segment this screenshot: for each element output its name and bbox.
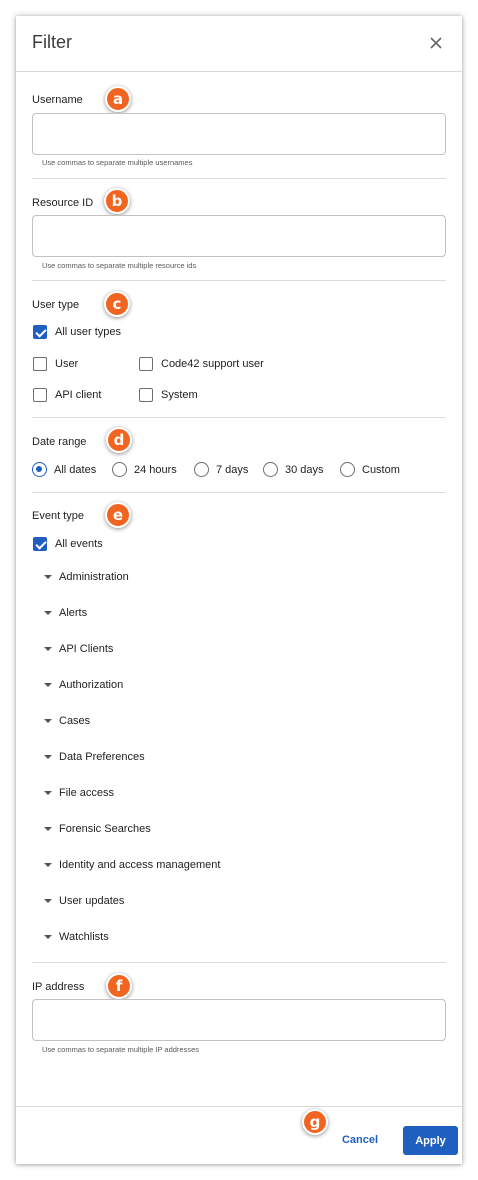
caret-down-icon (44, 755, 52, 759)
caret-down-icon (44, 683, 52, 687)
resource-id-label: Resource ID (32, 197, 94, 209)
event-group-identity-and-access-management[interactable]: Identity and access management (44, 859, 220, 871)
checkbox-code42-support-user[interactable]: Code42 support user (139, 357, 264, 371)
checkbox-all-events[interactable]: All events (33, 537, 103, 551)
event-group-forensic-searches[interactable]: Forensic Searches (44, 823, 151, 835)
annotation-badge-a: a (105, 86, 131, 112)
checkbox-checked-icon (33, 537, 47, 551)
checkbox-checked-icon (33, 325, 47, 339)
radio-all-dates[interactable]: All dates (32, 462, 96, 477)
checkbox-unchecked-icon (33, 357, 47, 371)
close-button[interactable] (424, 31, 448, 55)
ip-address-help: Use commas to separate multiple IP addre… (42, 1045, 200, 1054)
dialog-title: Filter (32, 32, 72, 52)
event-group-label: Administration (59, 571, 129, 583)
resource-id-help: Use commas to separate multiple resource… (42, 261, 197, 270)
event-group-label: User updates (59, 895, 125, 907)
checkbox-label: All user types (55, 326, 122, 338)
caret-down-icon (44, 863, 52, 867)
caret-down-icon (44, 827, 52, 831)
caret-down-icon (44, 899, 52, 903)
radio-selected-icon (32, 462, 47, 477)
radio-7-days[interactable]: 7 days (194, 462, 248, 477)
resource-id-input[interactable] (32, 215, 446, 257)
event-group-label: Forensic Searches (59, 823, 151, 835)
radio-label: 30 days (285, 463, 324, 476)
divider (32, 962, 446, 963)
event-group-authorization[interactable]: Authorization (44, 679, 123, 691)
event-group-administration[interactable]: Administration (44, 571, 129, 583)
event-group-label: Watchlists (59, 931, 109, 943)
ip-address-label: IP address (32, 981, 85, 993)
annotation-badge-d: d (106, 427, 132, 453)
apply-button[interactable]: Apply (403, 1126, 458, 1155)
radio-unselected-icon (340, 462, 355, 477)
caret-down-icon (44, 611, 52, 615)
event-group-label: File access (59, 787, 115, 799)
radio-custom[interactable]: Custom (340, 462, 400, 477)
divider (32, 492, 446, 493)
annotation-badge-g: g (302, 1109, 328, 1135)
event-group-label: Authorization (59, 679, 124, 691)
event-group-watchlists[interactable]: Watchlists (44, 931, 109, 943)
annotation-badge-e: e (105, 502, 131, 528)
radio-24-hours[interactable]: 24 hours (112, 462, 177, 477)
checkbox-system[interactable]: System (139, 388, 198, 402)
filter-dialog: Filter Username a Use commas to separate… (16, 16, 462, 1164)
checkbox-label: System (161, 389, 198, 401)
radio-label: All dates (54, 463, 97, 476)
event-group-label: Alerts (59, 607, 88, 619)
checkbox-label: Code42 support user (161, 358, 264, 370)
username-label: Username (32, 94, 83, 106)
divider (32, 178, 446, 179)
radio-unselected-icon (112, 462, 127, 477)
event-group-user-updates[interactable]: User updates (44, 895, 124, 907)
checkbox-api-client[interactable]: API client (33, 388, 101, 402)
radio-label: 7 days (216, 463, 249, 476)
radio-label: Custom (362, 463, 400, 476)
radio-unselected-icon (263, 462, 278, 477)
caret-down-icon (44, 791, 52, 795)
event-group-label: Identity and access management (59, 859, 221, 871)
annotation-badge-f: f (106, 973, 132, 999)
username-help: Use commas to separate multiple username… (42, 158, 193, 167)
event-group-label: Data Preferences (59, 751, 145, 763)
event-type-label: Event type (32, 510, 84, 522)
event-group-label: API Clients (59, 643, 114, 655)
event-group-cases[interactable]: Cases (44, 715, 90, 727)
event-group-label: Cases (59, 715, 91, 727)
radio-unselected-icon (194, 462, 209, 477)
checkbox-label: User (55, 358, 79, 370)
event-group-file-access[interactable]: File access (44, 787, 114, 799)
event-group-data-preferences[interactable]: Data Preferences (44, 751, 145, 763)
checkbox-user[interactable]: User (33, 357, 78, 371)
checkbox-label: All events (55, 538, 103, 550)
divider (32, 280, 446, 281)
ip-address-input[interactable] (32, 999, 446, 1041)
cancel-button[interactable]: Cancel (332, 1126, 388, 1154)
username-input[interactable] (32, 113, 446, 155)
annotation-badge-c: c (104, 291, 130, 317)
dialog-footer-divider (16, 1106, 462, 1107)
radio-30-days[interactable]: 30 days (263, 462, 324, 477)
date-range-label: Date range (32, 436, 87, 448)
annotation-badge-b: b (104, 188, 130, 214)
divider (32, 417, 446, 418)
user-type-label: User type (32, 299, 80, 311)
caret-down-icon (44, 935, 52, 939)
checkbox-unchecked-icon (139, 388, 153, 402)
dialog-header: Filter (16, 16, 462, 72)
radio-label: 24 hours (134, 463, 177, 476)
caret-down-icon (44, 719, 52, 723)
checkbox-all-user-types[interactable]: All user types (33, 325, 121, 339)
event-group-api-clients[interactable]: API Clients (44, 643, 113, 655)
checkbox-label: API client (55, 389, 102, 401)
caret-down-icon (44, 647, 52, 651)
close-icon (430, 37, 442, 49)
caret-down-icon (44, 575, 52, 579)
checkbox-unchecked-icon (139, 357, 153, 371)
checkbox-unchecked-icon (33, 388, 47, 402)
event-group-alerts[interactable]: Alerts (44, 607, 87, 619)
